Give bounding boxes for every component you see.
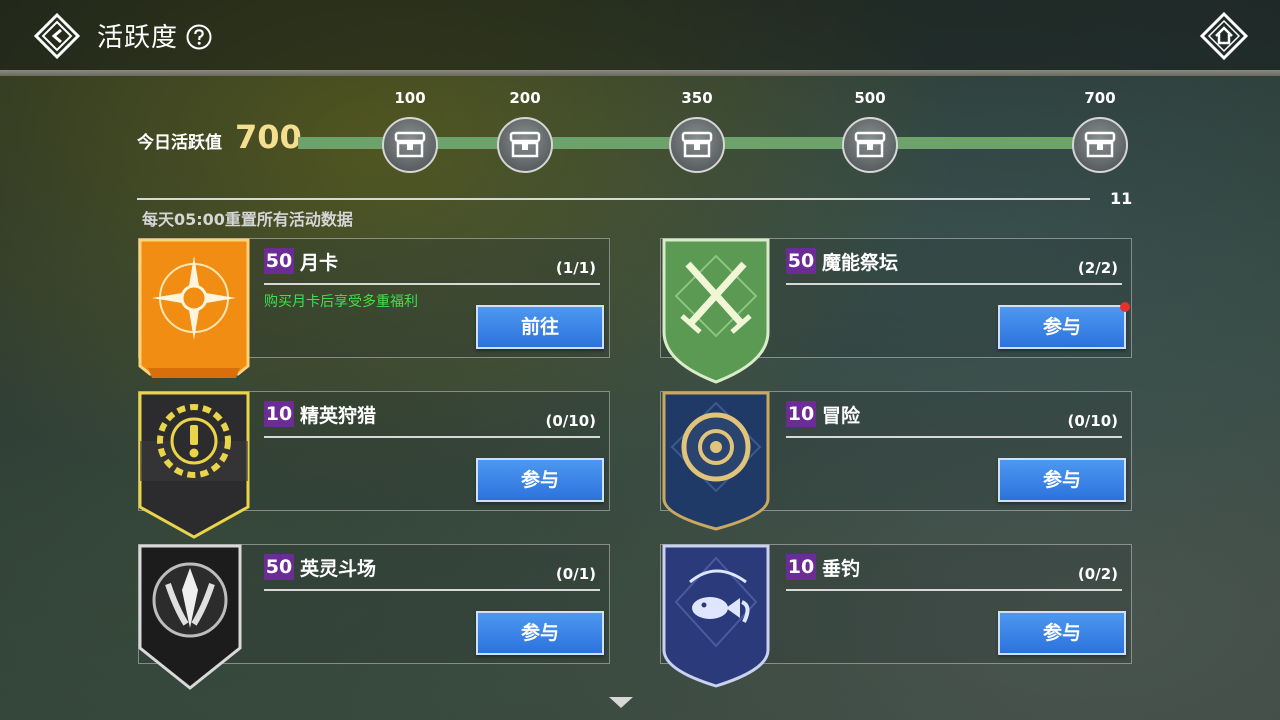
help-button[interactable]	[186, 24, 212, 50]
home-button[interactable]	[1199, 11, 1249, 61]
home-diamond-icon	[1199, 11, 1249, 61]
divider-line	[137, 198, 1090, 200]
milestone-label: 700	[1084, 89, 1116, 107]
card-divider	[786, 283, 1122, 285]
milestone-label: 200	[509, 89, 541, 107]
activity-progress: (2/2)	[1077, 259, 1118, 277]
chest-icon	[1084, 131, 1116, 158]
top-bar-divider	[0, 70, 1280, 76]
activity-progress: (0/10)	[545, 412, 596, 430]
milestone-label: 500	[854, 89, 886, 107]
join-button[interactable]: 参与	[476, 458, 604, 502]
join-button[interactable]: 参与	[476, 611, 604, 655]
card-divider	[264, 283, 600, 285]
points-badge: 10	[786, 401, 816, 427]
back-button[interactable]	[33, 12, 81, 60]
milestone-chest-button[interactable]	[1072, 117, 1128, 173]
track-count: 11	[1110, 189, 1133, 208]
goto-button[interactable]: 前往	[476, 305, 604, 349]
milestone-label: 350	[681, 89, 713, 107]
notification-dot	[1120, 302, 1130, 312]
activity-name: 魔能祭坛	[822, 252, 899, 274]
activity-name: 精英狩猎	[300, 405, 377, 427]
chest-icon	[509, 131, 541, 158]
card-divider	[786, 436, 1122, 438]
points-badge: 50	[264, 554, 294, 580]
black-yellow-alert-banner-icon	[138, 391, 250, 539]
milestone-chest-button[interactable]	[497, 117, 553, 173]
scroll-down-arrow-icon[interactable]	[609, 697, 633, 708]
activity-description: 购买月卡后享受多重福利	[264, 294, 418, 310]
activity-name: 垂钓	[822, 558, 861, 580]
milestone-chest-button[interactable]	[382, 117, 438, 173]
activity-name: 月卡	[300, 252, 339, 274]
points-badge: 50	[264, 248, 294, 274]
activity-label: 今日活跃值	[137, 133, 222, 153]
blue-gold-compass-shield-icon	[662, 391, 770, 531]
activity-value: 700	[235, 118, 302, 156]
reset-note: 每天05:00重置所有活动数据	[142, 210, 353, 229]
milestone-label: 100	[394, 89, 426, 107]
milestone-chest-button[interactable]	[842, 117, 898, 173]
join-button[interactable]: 参与	[998, 611, 1126, 655]
milestone-chest-button[interactable]	[669, 117, 725, 173]
points-badge: 10	[786, 554, 816, 580]
activity-progress: (0/10)	[1067, 412, 1118, 430]
page-title: 活跃度	[97, 23, 179, 53]
black-silver-crest-banner-icon	[138, 544, 242, 690]
back-diamond-icon	[33, 12, 81, 60]
activity-progress: (1/1)	[555, 259, 596, 277]
points-badge: 50	[786, 248, 816, 274]
green-crossed-swords-shield-icon	[662, 238, 770, 384]
activity-name: 英灵斗场	[300, 558, 377, 580]
points-badge: 10	[264, 401, 294, 427]
card-divider	[264, 589, 600, 591]
navy-fish-shield-icon	[662, 544, 770, 688]
card-divider	[264, 436, 600, 438]
question-icon	[186, 24, 212, 50]
chest-icon	[394, 131, 426, 158]
card-divider	[786, 589, 1122, 591]
chest-icon	[681, 131, 713, 158]
join-button[interactable]: 参与	[998, 458, 1126, 502]
activity-name: 冒险	[822, 405, 861, 427]
activity-progress: (0/1)	[555, 565, 596, 583]
orange-sun-banner-icon	[138, 238, 250, 378]
activity-progress: (0/2)	[1077, 565, 1118, 583]
chest-icon	[854, 131, 886, 158]
join-button[interactable]: 参与	[998, 305, 1126, 349]
